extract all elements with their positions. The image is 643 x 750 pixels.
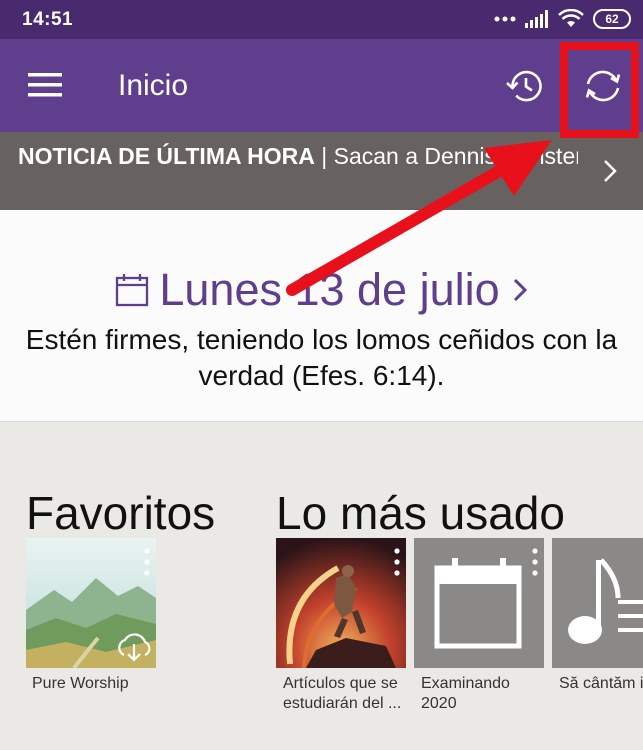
- more-vert-icon[interactable]: [392, 546, 402, 580]
- status-bar: 14:51 62: [0, 0, 643, 39]
- news-separator: |: [314, 143, 334, 169]
- daily-verse: Estén firmes, teniendo los lomos ceñidos…: [25, 324, 618, 391]
- chevron-right-icon: [513, 278, 527, 302]
- favorite-label: Pure Worship: [32, 675, 129, 692]
- wifi-icon: [558, 9, 584, 27]
- more-vert-icon[interactable]: [530, 546, 540, 580]
- cloud-download-icon[interactable]: [114, 632, 154, 662]
- signal-icon: [525, 10, 548, 28]
- news-headline: NOTICIA DE ÚLTIMA HORA: [18, 143, 315, 169]
- menu-button[interactable]: [20, 66, 68, 106]
- favorites-title: Favoritos: [26, 487, 216, 539]
- sync-icon: [585, 70, 621, 102]
- daily-date: Lunes 13 de julio: [159, 264, 500, 315]
- most-used-tile-sa-cantam[interactable]: [552, 538, 643, 668]
- dots-icon: [494, 16, 516, 22]
- study-articles-artwork: [276, 538, 406, 668]
- history-button[interactable]: [504, 64, 548, 108]
- status-icons: 62: [494, 8, 631, 30]
- music-note-icon: [568, 558, 643, 644]
- sync-button[interactable]: [578, 64, 628, 108]
- breaking-news-banner[interactable]: NOTICIA DE ÚLTIMA HORA | Sacan a Dennis …: [0, 132, 643, 210]
- news-body: Sacan a Dennis Christensen de la celda e…: [333, 143, 578, 169]
- favorite-tile-pure-worship[interactable]: [26, 538, 156, 668]
- most-used-title: Lo más usado: [276, 487, 565, 539]
- most-used-label-examinando: Examinando 2020: [421, 675, 510, 712]
- daily-date-row[interactable]: Lunes 13 de julio: [0, 260, 643, 320]
- app-bar: Inicio: [0, 39, 643, 132]
- most-used-label-articulos: Artículos que se estudiarán del ...: [283, 675, 402, 712]
- history-icon: [506, 70, 542, 102]
- menu-icon: [28, 73, 62, 97]
- page-title: Inicio: [118, 69, 189, 102]
- most-used-tile-articulos[interactable]: [276, 538, 406, 668]
- more-vert-icon[interactable]: [142, 546, 152, 580]
- calendar-icon: [116, 274, 149, 307]
- most-used-tile-examinando[interactable]: [414, 538, 544, 668]
- calendar-icon: [434, 558, 522, 649]
- chevron-right-icon: [604, 160, 617, 182]
- status-time: 14:51: [22, 9, 74, 30]
- battery-indicator: 62: [593, 9, 631, 29]
- daily-text-card[interactable]: Lunes 13 de julio Estén firmes, teniendo…: [0, 210, 643, 422]
- most-used-label-sa-cantam: Să cântăm inimă: [559, 675, 643, 692]
- news-text: NOTICIA DE ÚLTIMA HORA | Sacan a Dennis …: [18, 142, 578, 171]
